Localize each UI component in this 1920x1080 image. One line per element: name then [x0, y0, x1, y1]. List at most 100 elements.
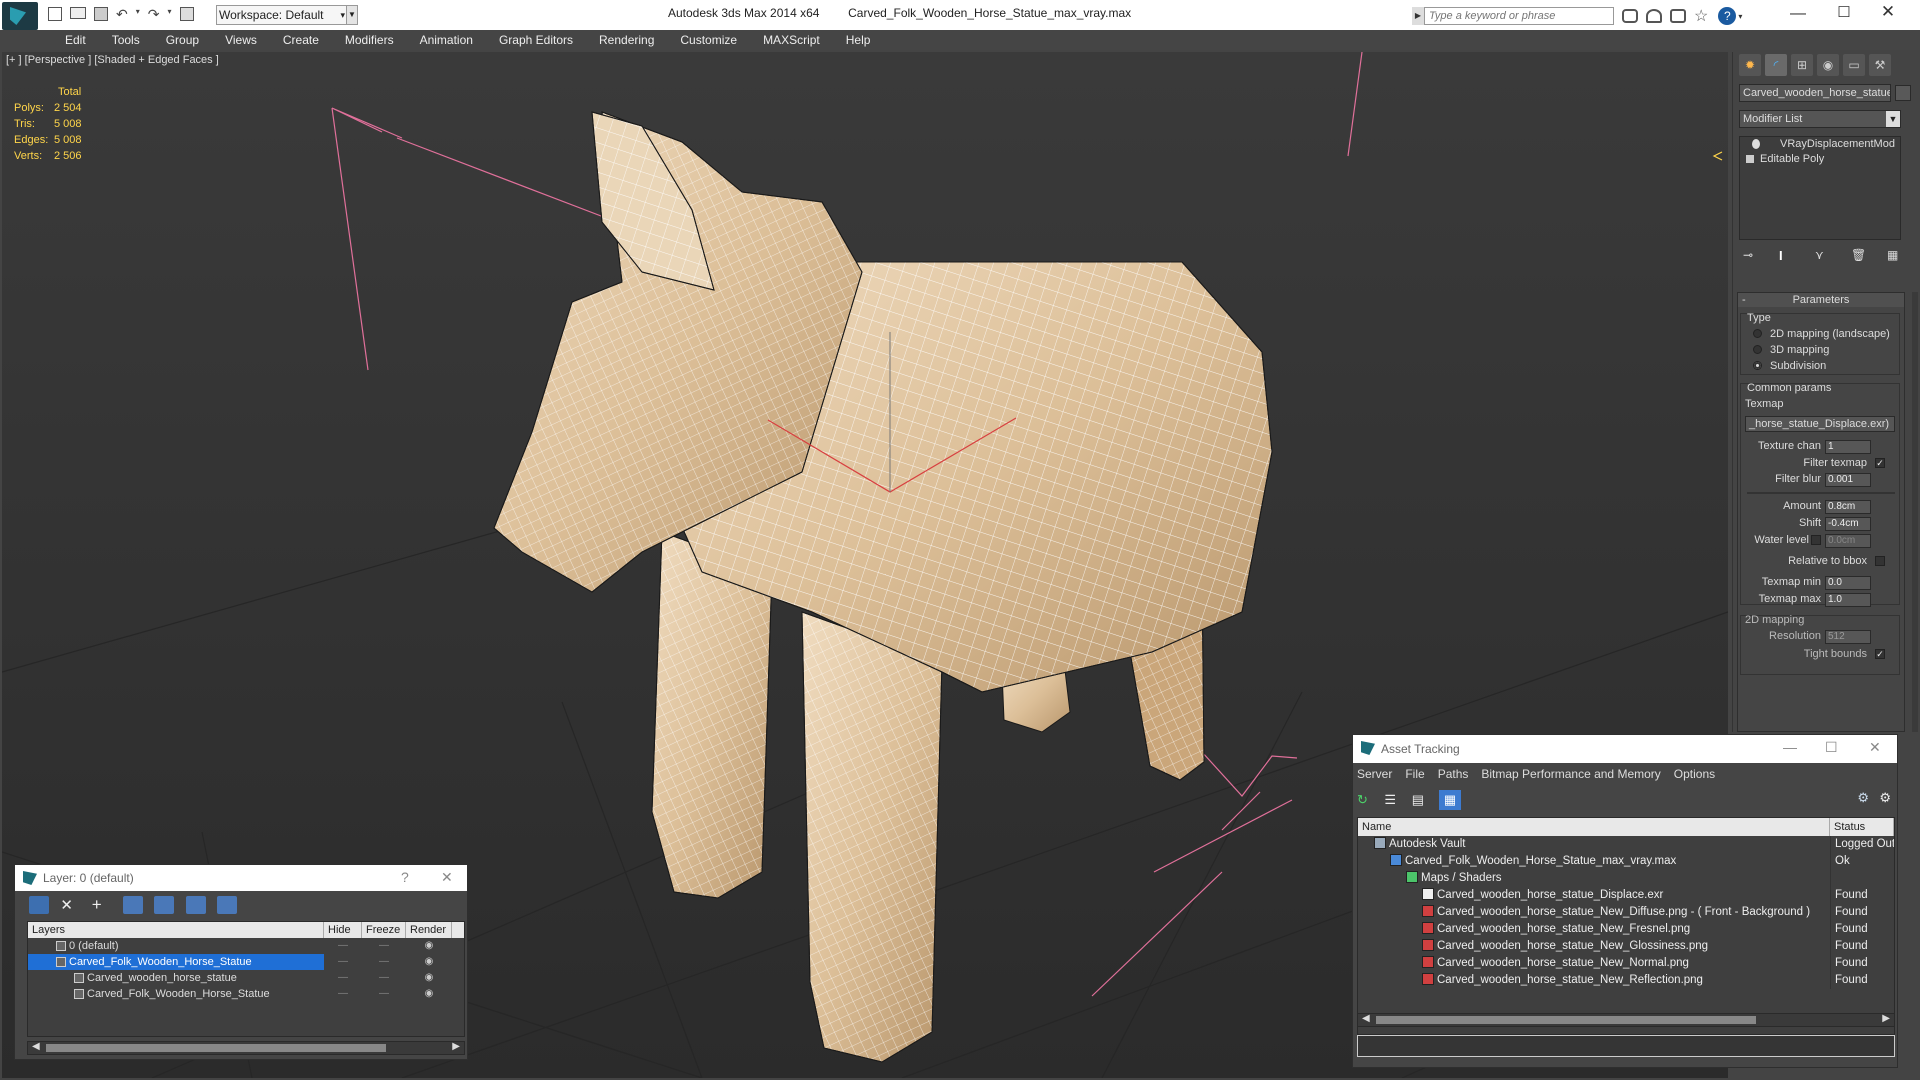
- undo-dropdown-icon[interactable]: ▾: [136, 7, 140, 21]
- help-icon[interactable]: ⚙: [1857, 790, 1869, 806]
- radio-subdivision[interactable]: Subdivision: [1753, 360, 1826, 372]
- maximize-button[interactable]: ☐: [1834, 3, 1854, 21]
- asset-row[interactable]: Autodesk Vault Logged Out: [1358, 836, 1894, 853]
- rollout-header[interactable]: - Parameters: [1738, 293, 1904, 307]
- layer-freeze-toggle[interactable]: —: [362, 970, 406, 986]
- binoculars-icon[interactable]: [1622, 9, 1638, 23]
- open-file-icon[interactable]: [70, 7, 86, 19]
- modifier-list-dropdown[interactable]: Modifier List ▼: [1739, 110, 1901, 128]
- pin-stack-icon[interactable]: ⊸: [1743, 248, 1759, 262]
- col-status[interactable]: Status: [1830, 818, 1894, 836]
- water-level-checkbox[interactable]: [1811, 535, 1821, 545]
- scroll-right-icon[interactable]: ▶: [452, 1041, 460, 1052]
- minimize-button[interactable]: —: [1788, 5, 1808, 23]
- lightbulb-icon[interactable]: [1752, 139, 1760, 149]
- viewport-label[interactable]: [+ ] [Perspective ] [Shaded + Edged Face…: [6, 54, 219, 66]
- help-button[interactable]: ?: [401, 869, 409, 885]
- communication-icon[interactable]: [1670, 9, 1686, 23]
- texmap-min-spinner[interactable]: 0.0: [1825, 576, 1871, 590]
- new-file-icon[interactable]: [48, 7, 62, 21]
- remove-modifier-icon[interactable]: 🗑: [1851, 248, 1867, 262]
- layer-render-toggle[interactable]: ◉: [406, 954, 452, 970]
- hide-all-layers-icon[interactable]: [185, 896, 206, 914]
- scroll-thumb[interactable]: [1376, 1016, 1756, 1024]
- menu-create[interactable]: Create: [270, 33, 332, 47]
- delete-layer-icon[interactable]: ✕: [60, 896, 80, 914]
- make-unique-icon[interactable]: ⋎: [1815, 248, 1831, 262]
- layer-row[interactable]: Carved_Folk_Wooden_Horse_Statue — — ◉: [28, 954, 464, 970]
- col-render[interactable]: Render: [406, 922, 452, 938]
- asset-menu-bitmap-performance[interactable]: Bitmap Performance and Memory: [1481, 767, 1660, 781]
- thumbnail-view-icon[interactable]: ▤: [1412, 792, 1430, 808]
- favorites-icon[interactable]: ☆: [1694, 6, 1708, 26]
- scroll-left-icon[interactable]: ◀: [32, 1041, 40, 1052]
- asset-row[interactable]: Maps / Shaders: [1358, 870, 1894, 887]
- help-dropdown-icon[interactable]: ▾: [1738, 12, 1742, 21]
- asset-row[interactable]: Carved_Folk_Wooden_Horse_Statue_max_vray…: [1358, 853, 1894, 870]
- layer-freeze-toggle[interactable]: —: [362, 954, 406, 970]
- search-input[interactable]: [1424, 7, 1614, 25]
- layer-hide-toggle[interactable]: —: [324, 954, 362, 970]
- asset-menu-server[interactable]: Server: [1357, 767, 1392, 781]
- relative-bbox-checkbox[interactable]: [1875, 556, 1885, 566]
- display-tab-icon[interactable]: ▭: [1843, 54, 1865, 76]
- command-panel-scrollbar[interactable]: [1912, 292, 1918, 732]
- redo-dropdown-icon[interactable]: ▾: [167, 7, 171, 21]
- menu-help[interactable]: Help: [833, 33, 884, 47]
- menu-views[interactable]: Views: [212, 33, 270, 47]
- project-folder-icon[interactable]: [179, 7, 194, 21]
- asset-panel-titlebar[interactable]: Asset Tracking — ☐ ✕: [1353, 735, 1897, 763]
- radio-2d-landscape[interactable]: 2D mapping (landscape): [1753, 328, 1890, 340]
- asset-scrollbar[interactable]: ◀ ▶: [1357, 1013, 1895, 1027]
- asset-menu-paths[interactable]: Paths: [1438, 767, 1469, 781]
- help-icon[interactable]: ?: [1718, 7, 1737, 25]
- minimize-button[interactable]: —: [1783, 739, 1797, 755]
- layer-render-toggle[interactable]: ◉: [406, 970, 452, 986]
- menu-tools[interactable]: Tools: [99, 33, 153, 47]
- menu-customize[interactable]: Customize: [667, 33, 750, 47]
- layer-row[interactable]: Carved_Folk_Wooden_Horse_Statue — — ◉: [28, 986, 464, 1002]
- amount-spinner[interactable]: 0.8cm: [1825, 500, 1871, 514]
- layer-row[interactable]: 0 (default) — — ◉: [28, 938, 464, 954]
- menu-modifiers[interactable]: Modifiers: [332, 33, 407, 47]
- scroll-right-icon[interactable]: ▶: [1882, 1013, 1890, 1024]
- asset-row[interactable]: Carved_wooden_horse_statue_New_Reflectio…: [1358, 972, 1894, 989]
- stack-item-editable-poly[interactable]: Editable Poly: [1740, 152, 1900, 167]
- filter-texmap-checkbox[interactable]: ✓: [1875, 458, 1885, 468]
- list-view-icon[interactable]: ☰: [1384, 792, 1402, 808]
- save-icon[interactable]: [94, 7, 108, 21]
- expand-plus-icon[interactable]: [1746, 155, 1754, 163]
- texmap-button[interactable]: _horse_statue_Displace.exr): [1745, 416, 1895, 432]
- tight-bounds-checkbox[interactable]: ✓: [1875, 649, 1885, 659]
- asset-row[interactable]: Carved_wooden_horse_statue_New_Diffuse.p…: [1358, 904, 1894, 921]
- subscription-icon[interactable]: [1646, 9, 1662, 23]
- asset-path-field[interactable]: [1357, 1035, 1895, 1057]
- stack-item-vray-displacement[interactable]: VRayDisplacementMod: [1740, 137, 1900, 152]
- maximize-button[interactable]: ☐: [1825, 739, 1838, 756]
- radio-3d-mapping[interactable]: 3D mapping: [1753, 344, 1829, 356]
- menu-animation[interactable]: Animation: [407, 33, 486, 47]
- table-view-icon[interactable]: ▦: [1439, 790, 1462, 810]
- asset-row[interactable]: Carved_wooden_horse_statue_New_Glossines…: [1358, 938, 1894, 955]
- layer-freeze-toggle[interactable]: —: [362, 986, 406, 1002]
- refresh-icon[interactable]: ↻: [1357, 792, 1375, 808]
- workspace-arrow-button[interactable]: ▼: [346, 5, 358, 25]
- resolution-spinner[interactable]: 512: [1825, 630, 1871, 644]
- menu-graph-editors[interactable]: Graph Editors: [486, 33, 586, 47]
- asset-menu-options[interactable]: Options: [1674, 767, 1715, 781]
- freeze-all-layers-icon[interactable]: [217, 896, 238, 914]
- shift-spinner[interactable]: -0.4cm: [1825, 517, 1871, 531]
- highlight-selected-icon[interactable]: [154, 896, 175, 914]
- asset-row[interactable]: Carved_wooden_horse_statue_New_Normal.pn…: [1358, 955, 1894, 972]
- utilities-tab-icon[interactable]: ⚒: [1869, 54, 1891, 76]
- asset-row[interactable]: Carved_wooden_horse_statue_Displace.exr F…: [1358, 887, 1894, 904]
- create-tab-icon[interactable]: ✹: [1739, 54, 1761, 76]
- modify-tab-icon[interactable]: ◜: [1765, 54, 1787, 76]
- texture-chan-spinner[interactable]: 1: [1825, 440, 1871, 454]
- create-layer-icon[interactable]: [29, 896, 49, 914]
- object-color-swatch[interactable]: [1895, 85, 1911, 101]
- redo-icon[interactable]: ↷: [148, 7, 160, 21]
- asset-row[interactable]: Carved_wooden_horse_statue_New_Fresnel.p…: [1358, 921, 1894, 938]
- scroll-thumb[interactable]: [46, 1044, 386, 1052]
- layer-scrollbar[interactable]: ◀ ▶: [27, 1041, 465, 1055]
